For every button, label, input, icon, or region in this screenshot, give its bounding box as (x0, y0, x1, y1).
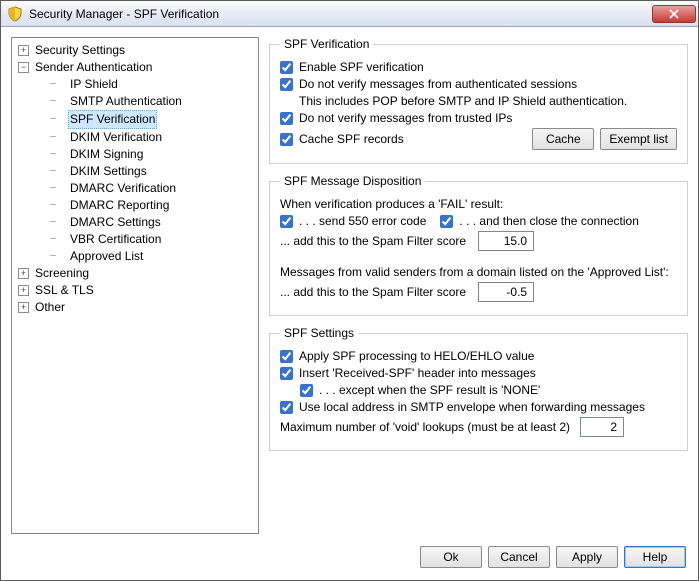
shield-icon (7, 6, 23, 22)
fail-score-label: ... add this to the Spam Filter score (280, 234, 466, 248)
tree-item-spf-verification[interactable]: SPF Verification (32, 110, 256, 129)
void-lookups-label: Maximum number of 'void' lookups (must b… (280, 420, 570, 434)
approved-intro-label: Messages from valid senders from a domai… (280, 265, 669, 279)
tree-node-screening[interactable]: +Screening (18, 265, 256, 282)
noverify-trusted-checkbox[interactable] (280, 112, 293, 125)
group-legend: SPF Settings (280, 326, 358, 340)
local-address-label: Use local address in SMTP envelope when … (299, 400, 645, 414)
close-connection-label: . . . and then close the connection (459, 214, 638, 228)
noverify-trusted-label: Do not verify messages from trusted IPs (299, 111, 512, 125)
except-none-checkbox[interactable] (300, 384, 313, 397)
tree-item-vbr-certification[interactable]: VBR Certification (32, 231, 256, 248)
noverify-auth-checkbox[interactable] (280, 78, 293, 91)
void-lookups-input[interactable] (580, 417, 624, 437)
helo-label: Apply SPF processing to HELO/EHLO value (299, 349, 534, 363)
tree-item-dkim-settings[interactable]: DKIM Settings (32, 163, 256, 180)
fail-intro-label: When verification produces a 'FAIL' resu… (280, 197, 503, 211)
tree-item-smtp-authentication[interactable]: SMTP Authentication (32, 93, 256, 110)
helo-checkbox[interactable] (280, 350, 293, 363)
send-550-label: . . . send 550 error code (299, 214, 426, 228)
send-550-checkbox[interactable] (280, 215, 293, 228)
tree-item-dkim-verification[interactable]: DKIM Verification (32, 129, 256, 146)
tree-node-sender-authentication[interactable]: −Sender Authentication (18, 59, 256, 76)
group-spf-settings: SPF Settings Apply SPF processing to HEL… (269, 326, 688, 451)
exempt-list-button[interactable]: Exempt list (600, 128, 677, 150)
tree-item-ip-shield[interactable]: IP Shield (32, 76, 256, 93)
tree-children-sender-authentication: IP Shield SMTP Authentication SPF Verifi… (18, 76, 256, 265)
group-legend: SPF Verification (280, 37, 373, 51)
tree-item-dmarc-reporting[interactable]: DMARC Reporting (32, 197, 256, 214)
dialog-body: +Security Settings −Sender Authenticatio… (1, 27, 698, 540)
approved-score-input[interactable] (478, 282, 534, 302)
tree-item-approved-list[interactable]: Approved List (32, 248, 256, 265)
group-legend: SPF Message Disposition (280, 174, 425, 188)
cache-spf-label: Cache SPF records (299, 132, 404, 146)
close-button[interactable] (652, 5, 696, 23)
group-spf-disposition: SPF Message Disposition When verificatio… (269, 174, 688, 316)
cache-button[interactable]: Cache (532, 128, 594, 150)
apply-button[interactable]: Apply (556, 546, 618, 568)
approved-score-label: ... add this to the Spam Filter score (280, 285, 466, 299)
settings-panel: SPF Verification Enable SPF verification… (269, 37, 688, 534)
expand-icon[interactable]: + (18, 45, 29, 56)
tree-item-dmarc-settings[interactable]: DMARC Settings (32, 214, 256, 231)
received-spf-checkbox[interactable] (280, 367, 293, 380)
expand-icon[interactable]: + (18, 302, 29, 313)
tree-node-ssl-tls[interactable]: +SSL & TLS (18, 282, 256, 299)
tree-node-security-settings[interactable]: +Security Settings (18, 42, 256, 59)
tree-node-other[interactable]: +Other (18, 299, 256, 316)
cache-spf-checkbox[interactable] (280, 133, 293, 146)
window-title: Security Manager - SPF Verification (29, 7, 652, 21)
enable-spf-label: Enable SPF verification (299, 60, 424, 74)
local-address-checkbox[interactable] (280, 401, 293, 414)
enable-spf-checkbox[interactable] (280, 61, 293, 74)
close-connection-checkbox[interactable] (440, 215, 453, 228)
expand-icon[interactable]: + (18, 285, 29, 296)
ok-button[interactable]: Ok (420, 546, 482, 568)
except-none-label: . . . except when the SPF result is 'NON… (319, 383, 540, 397)
group-spf-verification: SPF Verification Enable SPF verification… (269, 37, 688, 164)
noverify-auth-subtext: This includes POP before SMTP and IP Shi… (299, 94, 627, 108)
collapse-icon[interactable]: − (18, 62, 29, 73)
titlebar: Security Manager - SPF Verification (1, 1, 698, 27)
help-button[interactable]: Help (624, 546, 686, 568)
tree-item-dkim-signing[interactable]: DKIM Signing (32, 146, 256, 163)
expand-icon[interactable]: + (18, 268, 29, 279)
navigation-tree[interactable]: +Security Settings −Sender Authenticatio… (11, 37, 259, 534)
cancel-button[interactable]: Cancel (488, 546, 550, 568)
dialog-footer: Ok Cancel Apply Help (1, 540, 698, 580)
noverify-auth-label: Do not verify messages from authenticate… (299, 77, 577, 91)
tree-item-dmarc-verification[interactable]: DMARC Verification (32, 180, 256, 197)
received-spf-label: Insert 'Received-SPF' header into messag… (299, 366, 536, 380)
fail-score-input[interactable] (478, 231, 534, 251)
dialog-window: Security Manager - SPF Verification +Sec… (0, 0, 699, 581)
